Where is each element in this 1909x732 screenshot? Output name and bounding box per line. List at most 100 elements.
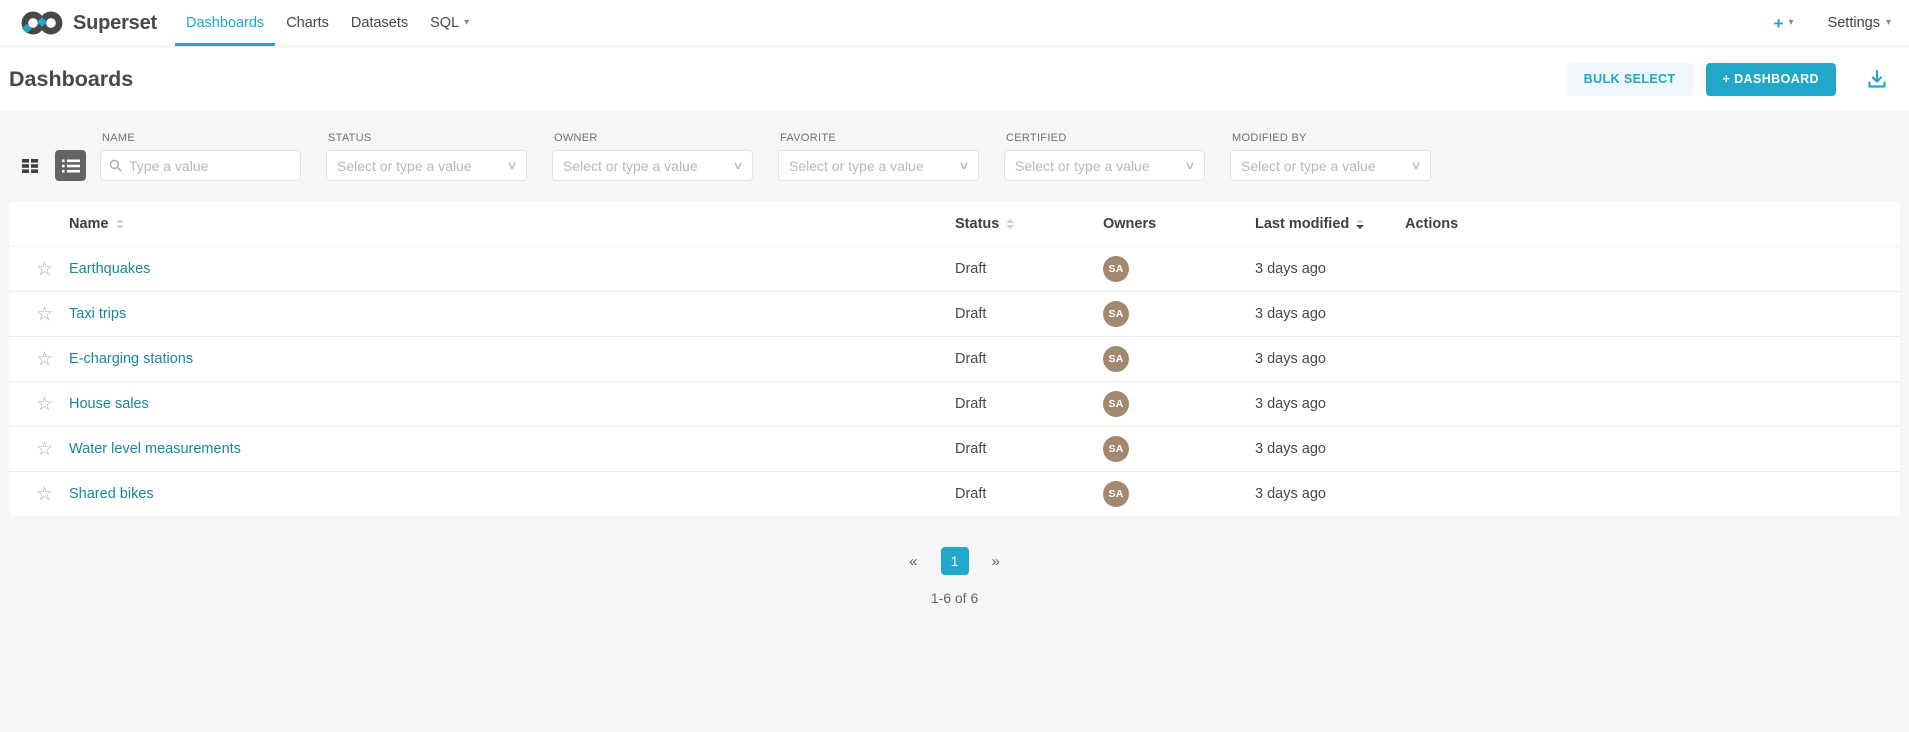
status-text: Draft	[955, 396, 1103, 412]
filter-search-input[interactable]	[100, 150, 301, 181]
column-header-last-modified[interactable]: Last modified	[1255, 216, 1405, 232]
caret-down-icon: ▾	[1789, 18, 1794, 28]
status-text: Draft	[955, 486, 1103, 502]
brand-name: Superset	[73, 12, 157, 35]
page-number-button[interactable]: 1	[941, 547, 969, 575]
nav-item-datasets[interactable]: Datasets	[340, 0, 419, 46]
settings-label: Settings	[1828, 15, 1880, 31]
column-header-label: Name	[69, 216, 109, 232]
new-dashboard-button[interactable]: + DASHBOARD	[1706, 63, 1836, 96]
pagination: « 1 »	[9, 547, 1900, 575]
owner-avatar[interactable]: SA	[1103, 481, 1129, 507]
owner-avatar[interactable]: SA	[1103, 346, 1129, 372]
column-header-label: Last modified	[1255, 216, 1349, 232]
dashboard-name-link[interactable]: E-charging stations	[69, 351, 193, 367]
column-header-name[interactable]: Name	[69, 216, 955, 232]
filter-status: STATUS Select or type a value ∨	[326, 132, 527, 181]
table-row: ☆ Shared bikes Draft SA 3 days ago	[9, 472, 1900, 516]
status-text: Draft	[955, 351, 1103, 367]
sort-icon	[1356, 219, 1364, 229]
chevron-down-icon: ∨	[732, 159, 743, 172]
dashboard-name-link[interactable]: Shared bikes	[69, 486, 154, 502]
content-area: NAME STATUS Select or type a value ∨ OWN…	[0, 111, 1909, 732]
filter-label: NAME	[102, 132, 301, 144]
filter-select[interactable]: Select or type a value ∨	[552, 150, 753, 181]
chevron-down-icon: ∨	[506, 159, 517, 172]
owner-avatar[interactable]: SA	[1103, 391, 1129, 417]
filter-select-placeholder: Select or type a value	[563, 158, 698, 174]
last-modified-text: 3 days ago	[1255, 486, 1405, 502]
filter-name: NAME	[100, 132, 301, 181]
previous-page-button[interactable]: «	[905, 551, 921, 572]
favorite-star-icon[interactable]: ☆	[36, 305, 53, 324]
new-item-menu[interactable]: + ▾	[1774, 15, 1794, 32]
filter-select[interactable]: Select or type a value ∨	[1230, 150, 1431, 181]
caret-down-icon: ▾	[464, 18, 469, 28]
favorite-star-icon[interactable]: ☆	[36, 485, 53, 504]
dashboard-name-link[interactable]: Earthquakes	[69, 261, 150, 277]
dashboard-name-link[interactable]: Water level measurements	[69, 441, 241, 457]
column-header-owners[interactable]: Owners	[1103, 216, 1255, 232]
import-dashboards-button[interactable]	[1863, 65, 1891, 93]
owner-avatar[interactable]: SA	[1103, 436, 1129, 462]
next-page-button[interactable]: »	[988, 551, 1004, 572]
grid-view-icon	[21, 158, 39, 174]
header-actions: BULK SELECT + DASHBOARD	[1567, 63, 1891, 96]
filter-select[interactable]: Select or type a value ∨	[326, 150, 527, 181]
favorite-star-icon[interactable]: ☆	[36, 395, 53, 414]
filter-label: FAVORITE	[780, 132, 979, 144]
card-view-toggle[interactable]	[14, 150, 45, 181]
sort-icon	[116, 219, 124, 229]
sort-icon	[1006, 219, 1014, 229]
superset-infinity-icon	[20, 7, 64, 39]
column-header-actions[interactable]: Actions	[1405, 216, 1900, 232]
favorite-star-icon[interactable]: ☆	[36, 440, 53, 459]
navbar-right: + ▾ Settings ▾	[1774, 0, 1891, 46]
nav-item-label: Datasets	[351, 15, 408, 31]
page-title: Dashboards	[9, 67, 133, 92]
dashboards-table: Name Status Owners Last modified Actions…	[9, 202, 1900, 516]
table-row: ☆ Taxi trips Draft SA 3 days ago	[9, 292, 1900, 337]
column-header-status[interactable]: Status	[955, 216, 1103, 232]
last-modified-text: 3 days ago	[1255, 441, 1405, 457]
owner-avatar[interactable]: SA	[1103, 256, 1129, 282]
table-row: ☆ Water level measurements Draft SA 3 da…	[9, 427, 1900, 472]
search-icon	[109, 159, 122, 177]
nav-item-label: Dashboards	[186, 15, 264, 31]
nav-item-label: Charts	[286, 15, 329, 31]
bulk-select-button[interactable]: BULK SELECT	[1567, 63, 1693, 96]
status-text: Draft	[955, 306, 1103, 322]
last-modified-text: 3 days ago	[1255, 396, 1405, 412]
table-row: ☆ E-charging stations Draft SA 3 days ag…	[9, 337, 1900, 382]
filter-favorite: FAVORITE Select or type a value ∨	[778, 132, 979, 181]
list-view-icon	[62, 159, 80, 173]
favorite-star-icon[interactable]: ☆	[36, 260, 53, 279]
dashboard-name-link[interactable]: Taxi trips	[69, 306, 126, 322]
filter-select[interactable]: Select or type a value ∨	[778, 150, 979, 181]
caret-down-icon: ▾	[1886, 18, 1891, 28]
owner-avatar[interactable]: SA	[1103, 301, 1129, 327]
table-header-row: Name Status Owners Last modified Actions	[9, 202, 1900, 247]
nav-item-dashboards[interactable]: Dashboards	[175, 0, 275, 46]
filter-modified-by: MODIFIED BY Select or type a value ∨	[1230, 132, 1431, 181]
filter-search	[100, 150, 301, 181]
favorite-star-icon[interactable]: ☆	[36, 350, 53, 369]
column-header-label: Actions	[1405, 216, 1458, 232]
settings-menu[interactable]: Settings ▾	[1828, 15, 1891, 31]
table-row: ☆ Earthquakes Draft SA 3 days ago	[9, 247, 1900, 292]
chevron-down-icon: ∨	[958, 159, 969, 172]
filter-select-placeholder: Select or type a value	[1015, 158, 1150, 174]
chevron-down-icon: ∨	[1410, 159, 1421, 172]
last-modified-text: 3 days ago	[1255, 306, 1405, 322]
table-body: ☆ Earthquakes Draft SA 3 days ago ☆ Taxi…	[9, 247, 1900, 516]
view-toggles	[14, 150, 86, 181]
filter-label: OWNER	[554, 132, 753, 144]
list-view-toggle[interactable]	[55, 150, 86, 181]
filter-select[interactable]: Select or type a value ∨	[1004, 150, 1205, 181]
dashboard-name-link[interactable]: House sales	[69, 396, 149, 412]
nav-item-sql[interactable]: SQL ▾	[419, 0, 480, 46]
nav-item-charts[interactable]: Charts	[275, 0, 340, 46]
filter-select-placeholder: Select or type a value	[337, 158, 472, 174]
superset-logo[interactable]: Superset	[20, 0, 157, 46]
filter-label: STATUS	[328, 132, 527, 144]
